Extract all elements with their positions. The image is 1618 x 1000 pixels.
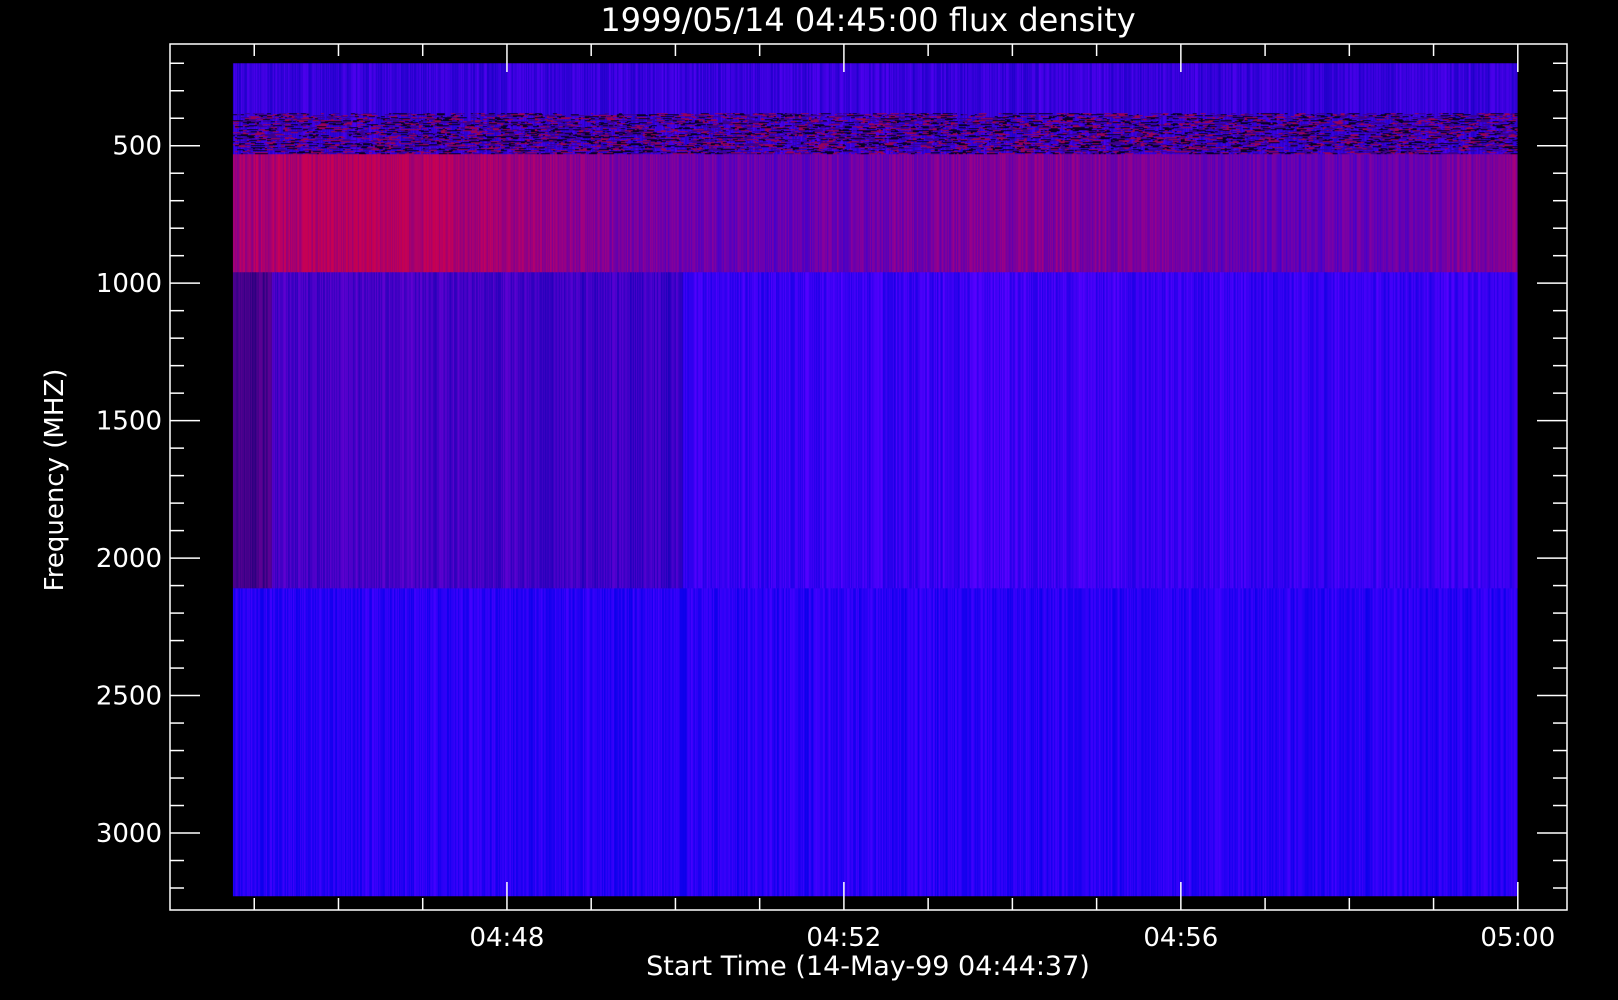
x-axis-label: Start Time (14-May-99 04:44:37): [646, 951, 1090, 982]
y-tick-label: 2500: [96, 682, 162, 712]
y-tick-label: 500: [112, 132, 162, 162]
x-tick-label: 04:52: [806, 923, 881, 953]
heatmap-layer: [232, 63, 1518, 897]
y-axis-label: Frequency (MHZ): [40, 369, 70, 592]
y-tick-labels: 500 1000 1500 2000 2500 3000: [96, 132, 162, 849]
y-tick-label: 3000: [96, 819, 162, 849]
spectrogram-chart: 50010001500200025003000 04:48 04:52 04:56 0…: [40, 1, 1568, 982]
spectrogram-image: [232, 63, 1518, 897]
y-tick-label: 1000: [96, 269, 162, 299]
x-tick-label: 04:56: [1143, 923, 1218, 953]
y-tick-label: 2000: [96, 544, 162, 574]
x-tick-label: 04:48: [469, 923, 544, 953]
x-tick-label: 05:00: [1480, 923, 1555, 953]
chart-title: 1999/05/14 04:45:00 flux density: [600, 1, 1135, 39]
y-tick-label: 1500: [96, 407, 162, 437]
x-tick-labels: 04:48 04:52 04:56 05:00: [469, 923, 1555, 953]
